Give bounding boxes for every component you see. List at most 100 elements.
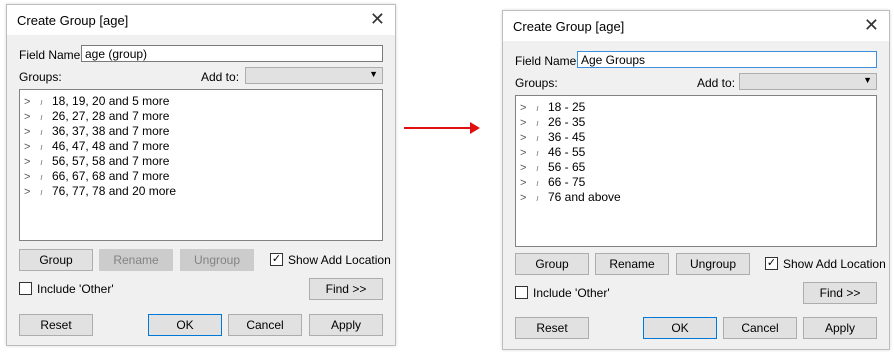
include-other-checkbox[interactable] <box>19 282 32 295</box>
paperclip-icon: 𝚤 <box>40 112 42 122</box>
reset-button[interactable]: Reset <box>515 317 589 339</box>
ok-button[interactable]: OK <box>148 314 222 336</box>
chevron-down-icon: ▼ <box>369 69 378 79</box>
show-add-location-label: Show Add Location <box>783 257 886 271</box>
apply-button[interactable]: Apply <box>309 314 383 336</box>
rename-button[interactable]: Rename <box>99 249 173 271</box>
groups-label: Groups: <box>19 70 62 84</box>
group-row[interactable]: > 𝚤 26 - 35 <box>520 115 585 130</box>
group-label: 56 - 65 <box>548 160 586 174</box>
chevron-right-icon[interactable]: > <box>24 170 40 185</box>
paperclip-icon: 𝚤 <box>40 172 42 182</box>
group-row[interactable]: > 𝚤 36, 37, 38 and 7 more <box>24 124 169 139</box>
chevron-right-icon[interactable]: > <box>520 176 536 191</box>
find-button[interactable]: Find >> <box>803 282 877 304</box>
group-label: 36, 37, 38 and 7 more <box>52 124 170 138</box>
chevron-right-icon[interactable]: > <box>520 191 536 206</box>
field-name-input[interactable] <box>81 45 383 62</box>
group-label: 66, 67, 68 and 7 more <box>52 169 170 183</box>
ungroup-button[interactable]: Ungroup <box>180 249 254 271</box>
cancel-button[interactable]: Cancel <box>723 317 797 339</box>
chevron-right-icon[interactable]: > <box>24 125 40 140</box>
add-to-label: Add to: <box>201 70 240 84</box>
chevron-right-icon[interactable]: > <box>24 140 40 155</box>
chevron-right-icon[interactable]: > <box>24 185 40 200</box>
group-row[interactable]: > 𝚤 76 and above <box>520 190 621 205</box>
group-label: 46 - 55 <box>548 145 586 159</box>
chevron-right-icon[interactable]: > <box>520 101 536 116</box>
groups-list[interactable]: > 𝚤 18, 19, 20 and 5 more > 𝚤 26, 27, 28 and… <box>19 89 383 241</box>
paperclip-icon: 𝚤 <box>40 97 42 107</box>
groups-label: Groups: <box>515 76 558 90</box>
chevron-down-icon: ▼ <box>863 75 872 85</box>
group-label: 18 - 25 <box>548 100 586 114</box>
groups-list[interactable]: > 𝚤 18 - 25 > 𝚤 26 - 35 > 𝚤 36 - 45 > 𝚤 46 - 55 … <box>515 95 877 247</box>
reset-button[interactable]: Reset <box>19 314 93 336</box>
group-label: 76 and above <box>548 190 621 204</box>
apply-button[interactable]: Apply <box>803 317 877 339</box>
paperclip-icon: 𝚤 <box>536 118 538 128</box>
paperclip-icon: 𝚤 <box>536 103 538 113</box>
paperclip-icon: 𝚤 <box>40 157 42 167</box>
group-row[interactable]: > 𝚤 56, 57, 58 and 7 more <box>24 154 169 169</box>
close-icon[interactable]: ✕ <box>864 16 879 34</box>
group-row[interactable]: > 𝚤 18, 19, 20 and 5 more <box>24 94 169 109</box>
paperclip-icon: 𝚤 <box>40 127 42 137</box>
group-row[interactable]: > 𝚤 26, 27, 28 and 7 more <box>24 109 169 124</box>
title-bar: Create Group [age] ✕ <box>7 5 395 35</box>
paperclip-icon: 𝚤 <box>40 142 42 152</box>
chevron-right-icon[interactable]: > <box>520 116 536 131</box>
include-other-label: Include 'Other' <box>37 282 114 296</box>
group-row[interactable]: > 𝚤 66, 67, 68 and 7 more <box>24 169 169 184</box>
group-button[interactable]: Group <box>515 253 589 275</box>
create-group-dialog-after: Create Group [age] ✕ Field Name: Groups:… <box>502 10 890 350</box>
chevron-right-icon[interactable]: > <box>24 110 40 125</box>
paperclip-icon: 𝚤 <box>536 133 538 143</box>
dialog-title: Create Group [age] <box>17 13 129 28</box>
show-add-location-label: Show Add Location <box>288 253 391 267</box>
add-to-label: Add to: <box>697 76 736 90</box>
group-row[interactable]: > 𝚤 36 - 45 <box>520 130 585 145</box>
group-label: 46, 47, 48 and 7 more <box>52 139 170 153</box>
group-row[interactable]: > 𝚤 66 - 75 <box>520 175 585 190</box>
group-label: 26, 27, 28 and 7 more <box>52 109 170 123</box>
group-label: 26 - 35 <box>548 115 586 129</box>
group-label: 76, 77, 78 and 20 more <box>52 184 177 198</box>
arrow-right-icon <box>404 127 472 129</box>
show-add-location-checkbox[interactable]: ✓ <box>270 253 283 266</box>
rename-button[interactable]: Rename <box>595 253 669 275</box>
title-bar: Create Group [age] ✕ <box>503 11 889 41</box>
group-button[interactable]: Group <box>19 249 93 271</box>
chevron-right-icon[interactable]: > <box>520 146 536 161</box>
cancel-button[interactable]: Cancel <box>228 314 302 336</box>
group-label: 66 - 75 <box>548 175 586 189</box>
chevron-right-icon[interactable]: > <box>24 95 40 110</box>
create-group-dialog-before: Create Group [age] ✕ Field Name: Groups:… <box>6 4 396 346</box>
chevron-right-icon[interactable]: > <box>520 131 536 146</box>
show-add-location-checkbox[interactable]: ✓ <box>765 257 778 270</box>
find-button[interactable]: Find >> <box>309 278 383 300</box>
paperclip-icon: 𝚤 <box>536 148 538 158</box>
paperclip-icon: 𝚤 <box>40 187 42 197</box>
field-name-input[interactable] <box>577 51 877 68</box>
group-row[interactable]: > 𝚤 76, 77, 78 and 20 more <box>24 184 176 199</box>
group-label: 18, 19, 20 and 5 more <box>52 94 170 108</box>
ok-button[interactable]: OK <box>643 317 717 339</box>
chevron-right-icon[interactable]: > <box>520 161 536 176</box>
field-name-label: Field Name: <box>19 48 84 62</box>
group-label: 56, 57, 58 and 7 more <box>52 154 170 168</box>
ungroup-button[interactable]: Ungroup <box>676 253 750 275</box>
add-to-select[interactable]: ▼ <box>245 67 383 84</box>
group-row[interactable]: > 𝚤 56 - 65 <box>520 160 585 175</box>
paperclip-icon: 𝚤 <box>536 178 538 188</box>
include-other-label: Include 'Other' <box>533 286 610 300</box>
field-name-label: Field Name: <box>515 54 580 68</box>
close-icon[interactable]: ✕ <box>370 10 385 28</box>
chevron-right-icon[interactable]: > <box>24 155 40 170</box>
group-row[interactable]: > 𝚤 18 - 25 <box>520 100 585 115</box>
group-row[interactable]: > 𝚤 46 - 55 <box>520 145 585 160</box>
include-other-checkbox[interactable] <box>515 286 528 299</box>
group-row[interactable]: > 𝚤 46, 47, 48 and 7 more <box>24 139 169 154</box>
group-label: 36 - 45 <box>548 130 586 144</box>
add-to-select[interactable]: ▼ <box>739 73 877 90</box>
